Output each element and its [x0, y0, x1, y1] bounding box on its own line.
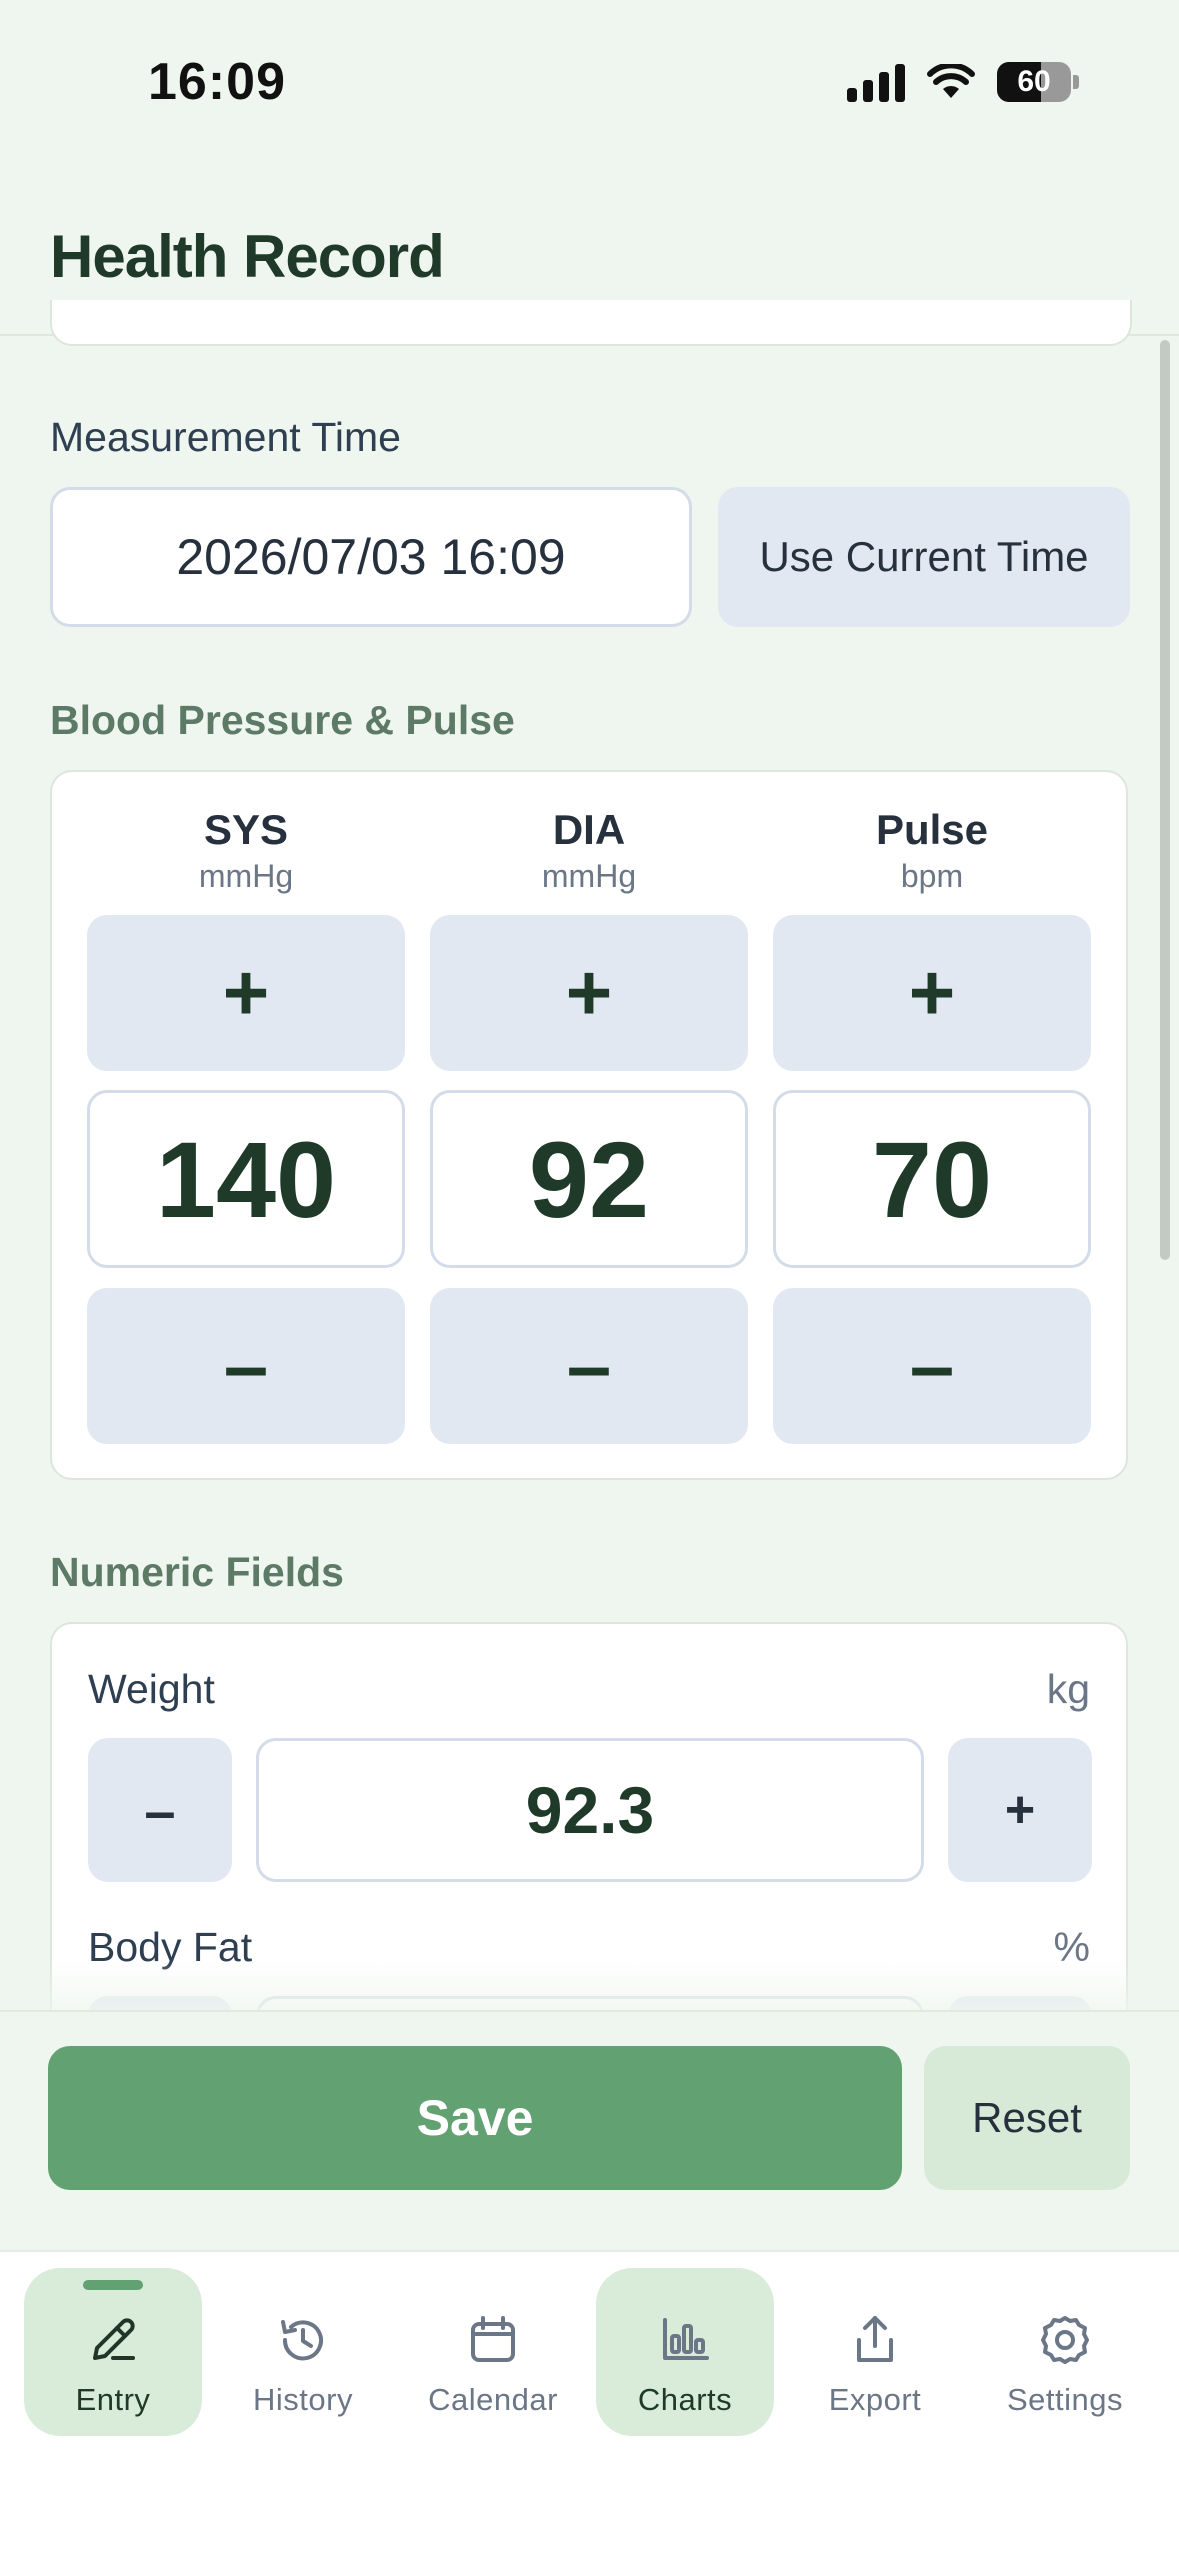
bp-section-label: Blood Pressure & Pulse	[50, 697, 515, 743]
dia-decrement-button[interactable]: –	[430, 1288, 748, 1444]
reset-button[interactable]: Reset	[924, 2046, 1130, 2190]
calendar-icon	[465, 2308, 521, 2372]
tab-calendar-label: Calendar	[428, 2382, 558, 2417]
previous-card-fragment	[50, 300, 1132, 346]
bar-chart-icon	[657, 2308, 713, 2372]
numeric-section-label: Numeric Fields	[50, 1549, 344, 1595]
tab-entry-label: Entry	[75, 2382, 151, 2417]
use-current-time-button[interactable]: Use Current Time	[718, 487, 1130, 627]
battery-icon: 60	[997, 62, 1071, 102]
pulse-increment-button[interactable]: +	[773, 915, 1091, 1071]
pulse-value[interactable]: 70	[773, 1090, 1091, 1268]
pulse-title: Pulse	[875, 806, 989, 853]
tab-history-label: History	[253, 2382, 353, 2417]
dia-unit: mmHg	[541, 858, 637, 894]
sys-decrement-button[interactable]: –	[87, 1288, 405, 1444]
weight-label: Weight	[88, 1666, 215, 1712]
sys-title: SYS	[203, 806, 289, 853]
dia-title: DIA	[552, 806, 626, 853]
weight-decrement-button[interactable]: –	[88, 1738, 232, 1882]
dia-increment-button[interactable]: +	[430, 915, 748, 1071]
tab-charts-label: Charts	[637, 2382, 733, 2417]
scrollbar[interactable]	[1160, 340, 1170, 1260]
page-title: Health Record	[50, 223, 445, 290]
gear-icon	[1037, 2308, 1093, 2372]
tab-export-label: Export	[828, 2382, 922, 2417]
weight-input[interactable]: 92.3	[256, 1738, 924, 1882]
active-tab-indicator	[83, 2280, 143, 2290]
weight-unit: kg	[1046, 1666, 1090, 1712]
tab-settings-label: Settings	[1006, 2382, 1123, 2417]
tab-history[interactable]: History	[214, 2268, 392, 2436]
pencil-icon	[85, 2308, 141, 2372]
tab-calendar[interactable]: Calendar	[404, 2268, 582, 2436]
sys-increment-button[interactable]: +	[87, 915, 405, 1071]
tab-export[interactable]: Export	[786, 2268, 964, 2436]
tab-settings[interactable]: Settings	[976, 2268, 1154, 2436]
cellular-signal-icon	[847, 62, 905, 102]
wifi-icon	[927, 64, 975, 98]
sys-value[interactable]: 140	[87, 1090, 405, 1268]
pulse-unit: bpm	[900, 858, 964, 894]
history-icon	[275, 2308, 331, 2372]
save-button[interactable]: Save	[48, 2046, 902, 2190]
sys-unit: mmHg	[198, 858, 294, 894]
dia-value[interactable]: 92	[430, 1090, 748, 1268]
measurement-time-label: Measurement Time	[50, 414, 401, 460]
weight-increment-button[interactable]: +	[948, 1738, 1092, 1882]
share-icon	[847, 2308, 903, 2372]
status-time: 16:09	[148, 53, 286, 111]
battery-level: 60	[1017, 65, 1051, 98]
tab-charts[interactable]: Charts	[596, 2268, 774, 2436]
measurement-time-input[interactable]: 2026/07/03 16:09	[50, 487, 692, 627]
tab-entry[interactable]: Entry	[24, 2268, 202, 2436]
status-icons: 60	[847, 62, 1079, 102]
pulse-decrement-button[interactable]: –	[773, 1288, 1091, 1444]
